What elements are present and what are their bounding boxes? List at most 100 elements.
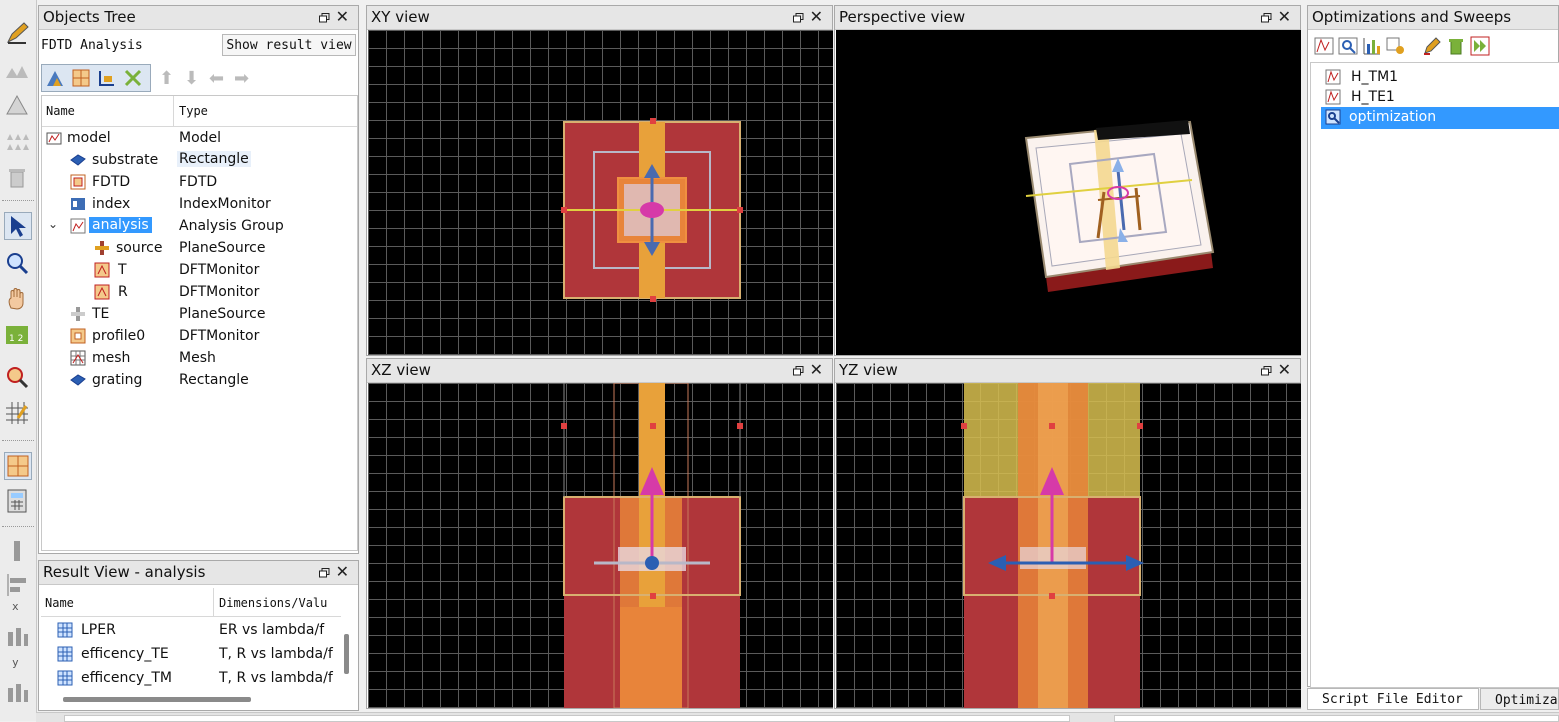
col-dims-header[interactable]: Dimensions/Valu <box>219 596 327 610</box>
col-name-header[interactable]: Name <box>46 104 75 118</box>
float-icon[interactable] <box>793 364 804 376</box>
tree-row-model[interactable]: model Model <box>42 128 357 150</box>
tree-row-index[interactable]: index IndexMonitor <box>42 194 357 216</box>
dft-monitor-icon <box>70 328 86 344</box>
add-simulation-icon[interactable] <box>71 68 91 92</box>
chevron-down-icon[interactable]: ⌄ <box>48 217 58 231</box>
perspective-view-panel: Perspective view ✕ <box>834 5 1301 356</box>
list-item-selected[interactable]: optimization <box>1321 107 1559 129</box>
result-row[interactable]: efficency_TM T, R vs lambda/f <box>41 668 341 690</box>
sweep-icon <box>1325 89 1341 105</box>
layout-icon[interactable] <box>4 452 32 480</box>
tab-script-file-editor[interactable]: Script File Editor <box>1307 688 1479 710</box>
yield-icon[interactable] <box>1362 36 1382 60</box>
zoom-extent-icon[interactable] <box>4 364 30 390</box>
tree-row-r[interactable]: R DFTMonitor <box>42 282 357 304</box>
align-left-icon[interactable] <box>4 572 30 598</box>
perspective-scene <box>1024 120 1215 292</box>
trash-icon[interactable] <box>4 164 30 190</box>
edit-icon[interactable] <box>4 20 30 46</box>
view-title: XY view <box>371 8 430 26</box>
plane-source-icon <box>94 240 110 256</box>
tree-row-mesh[interactable]: mesh Mesh <box>42 348 357 370</box>
pan-hand-icon[interactable] <box>4 286 30 312</box>
matrix-icon <box>57 646 73 662</box>
move-down-icon[interactable]: ⬇ <box>184 68 199 89</box>
yz-viewport[interactable] <box>836 383 1301 708</box>
move-right-icon[interactable]: ➡ <box>234 68 249 89</box>
tree-row-substrate[interactable]: substrate Rectangle <box>42 150 357 172</box>
float-icon[interactable] <box>1261 11 1272 23</box>
horizontal-scrollbar[interactable] <box>63 697 251 702</box>
move-left-icon[interactable]: ⬅ <box>209 68 224 89</box>
tree-table: Name Type model Model substrate Rectangl… <box>41 95 358 551</box>
xz-view-panel: XZ view ✕ <box>366 358 833 709</box>
matrix-icon <box>57 622 73 638</box>
index-monitor-icon <box>70 196 86 212</box>
optimizations-list: H_TM1 H_TE1 optimization <box>1310 62 1559 688</box>
arrays-icon[interactable] <box>4 128 30 154</box>
mountains-icon[interactable] <box>4 58 30 84</box>
view-title: YZ view <box>839 361 898 379</box>
col-type-header[interactable]: Type <box>179 104 208 118</box>
float-icon[interactable] <box>793 11 804 23</box>
add-structure-icon[interactable] <box>45 68 65 92</box>
list-item[interactable]: H_TM1 <box>1323 67 1553 89</box>
close-icon[interactable]: ✕ <box>810 360 823 379</box>
mesh-icon <box>70 350 86 366</box>
x-axis-label: x <box>12 600 19 613</box>
tree-row-t[interactable]: T DFTMonitor <box>42 260 357 282</box>
align-vertical-icon[interactable] <box>4 538 30 564</box>
tab-optimiza[interactable]: Optimiza <box>1480 688 1559 710</box>
float-icon[interactable] <box>319 11 330 23</box>
tree-row-profile0[interactable]: profile0 DFTMonitor <box>42 326 357 348</box>
col-name-header[interactable]: Name <box>45 596 74 610</box>
dft-monitor-icon <box>94 262 110 278</box>
rectangle-icon <box>70 372 86 388</box>
add-monitor-icon[interactable] <box>123 68 143 92</box>
panel-title: Result View - analysis <box>43 563 206 581</box>
list-item[interactable]: H_TE1 <box>1323 87 1553 109</box>
ruler-icon[interactable]: 1 2 <box>4 322 30 348</box>
rectangle-icon <box>70 152 86 168</box>
optimization-icon[interactable] <box>1338 36 1358 60</box>
vertical-scrollbar[interactable] <box>344 634 349 674</box>
tree-row-source[interactable]: source PlaneSource <box>42 238 357 260</box>
close-icon[interactable]: ✕ <box>1278 360 1291 379</box>
move-up-icon[interactable]: ⬆ <box>159 68 174 89</box>
float-icon[interactable] <box>1261 364 1272 376</box>
xz-viewport[interactable] <box>368 383 833 708</box>
result-row[interactable]: LPER ER vs lambda/f <box>41 620 341 642</box>
select-arrow-icon[interactable] <box>4 212 32 240</box>
triangle-icon[interactable] <box>4 92 30 118</box>
close-icon[interactable]: ✕ <box>336 562 349 581</box>
perspective-viewport[interactable] <box>836 30 1301 355</box>
float-icon[interactable] <box>319 566 330 578</box>
sweep-icon[interactable] <box>1314 36 1334 60</box>
zoom-icon[interactable] <box>4 250 30 276</box>
show-result-view-button[interactable]: Show result view <box>222 34 356 56</box>
close-icon[interactable]: ✕ <box>336 7 349 26</box>
distribute-x-icon[interactable] <box>4 624 30 650</box>
tree-row-te[interactable]: TE PlaneSource <box>42 304 357 326</box>
run-icon[interactable] <box>1470 36 1490 60</box>
sweep-settings-icon[interactable] <box>1386 36 1406 60</box>
tree-row-fdtd[interactable]: FDTD FDTD <box>42 172 357 194</box>
result-view-titlebar: Result View - analysis ✕ <box>39 561 358 585</box>
calculator-icon[interactable] <box>4 488 30 514</box>
tree-row-analysis[interactable]: ⌄ analysis Analysis Group <box>42 216 357 238</box>
result-view-panel: Result View - analysis ✕ Name Dimensions… <box>38 560 359 711</box>
svg-text:1 2: 1 2 <box>9 334 23 344</box>
add-source-icon[interactable] <box>97 68 117 92</box>
close-icon[interactable]: ✕ <box>810 7 823 26</box>
grid-edit-icon[interactable] <box>4 400 30 426</box>
edit-pencil-icon[interactable] <box>1422 36 1442 60</box>
xy-viewport[interactable] <box>368 30 833 355</box>
close-icon[interactable]: ✕ <box>1278 7 1291 26</box>
tree-row-grating[interactable]: grating Rectangle <box>42 370 357 392</box>
result-row[interactable]: efficency_TE T, R vs lambda/f <box>41 644 341 666</box>
objects-tree-titlebar: Objects Tree ✕ <box>39 6 358 30</box>
distribute-y-icon[interactable] <box>4 680 30 706</box>
delete-icon[interactable] <box>1446 36 1466 60</box>
tree-toolbar: ⬆ ⬇ ⬅ ➡ <box>41 64 356 92</box>
